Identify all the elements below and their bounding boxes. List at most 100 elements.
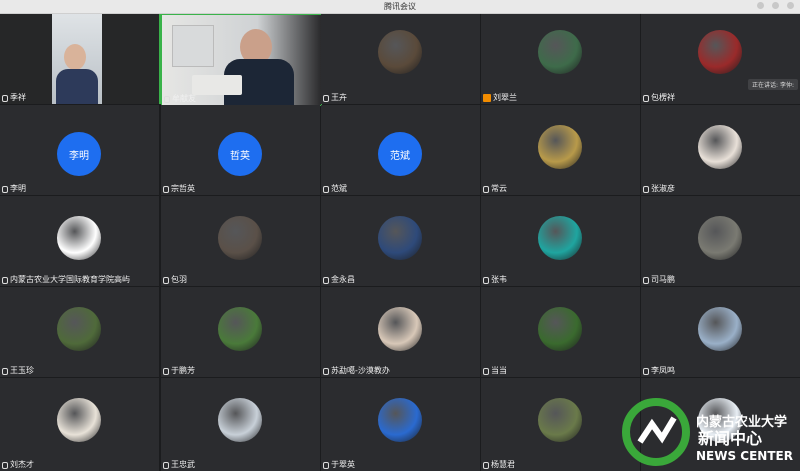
microphone-icon: [2, 277, 8, 284]
participant-name-label: 王玉珍: [10, 366, 34, 375]
participant-name: 包楞祥: [643, 93, 675, 103]
participant-tile[interactable]: 于翠英: [321, 378, 480, 471]
microphone-icon: [163, 186, 169, 193]
participant-name-label: 张韦: [491, 275, 507, 284]
participant-name-label: 张淑彦: [651, 184, 675, 193]
participant-tile[interactable]: 哲英 宗哲英: [161, 105, 320, 195]
participant-tile[interactable]: 张韦: [481, 196, 640, 286]
avatar-photo: [57, 216, 101, 260]
participant-tile[interactable]: 内蒙古农业大学国际教育学院高屿: [0, 196, 159, 286]
warning-icon: [483, 94, 491, 102]
participant-name: 王卉: [323, 93, 347, 103]
watermark-line3: NEWS CENTER: [696, 449, 793, 463]
participant-name-label: 王卉: [331, 93, 347, 102]
microphone-icon: [2, 95, 8, 102]
avatar-photo: [378, 398, 422, 442]
participant-tile[interactable]: 司马鹏: [641, 196, 800, 286]
participant-name: 季祥: [2, 93, 26, 103]
participant-name-label: 常云: [491, 184, 507, 193]
participant-tile[interactable]: 杨慧君: [481, 378, 640, 471]
watermark-line2: 新闻中心: [698, 429, 762, 448]
participant-name-label: 季祥: [10, 93, 26, 102]
avatar-photo: [698, 125, 742, 169]
participant-tile[interactable]: 刘杰才: [0, 378, 159, 471]
participant-name-label: 王忠武: [171, 460, 195, 469]
minimize-icon[interactable]: [757, 2, 764, 9]
microphone-icon: [483, 186, 489, 193]
avatar-photo: [538, 307, 582, 351]
avatar-photo: [698, 307, 742, 351]
participant-tile[interactable]: 王忠武: [161, 378, 320, 471]
speaking-indicator: 正在讲话: 李仲:: [748, 79, 798, 90]
microphone-icon: [643, 277, 649, 284]
participant-name-label: 包羽: [171, 275, 187, 284]
participant-name: 当当: [483, 366, 507, 376]
participant-tile[interactable]: 金永昌: [321, 196, 480, 286]
participant-name: 内蒙古农业大学国际教育学院高屿: [2, 275, 130, 285]
participant-tile[interactable]: 于鹏芳: [161, 287, 320, 377]
participant-name-label: 牟献友: [172, 94, 196, 103]
microphone-icon: [323, 95, 329, 102]
participant-name: 包羽: [163, 275, 187, 285]
participant-name: 刘翠兰: [483, 93, 517, 103]
participant-name: 常云: [483, 184, 507, 194]
participant-name-label: 金永昌: [331, 275, 355, 284]
participant-tile[interactable]: 王卉: [321, 14, 480, 104]
participant-name: 司马鹏: [643, 275, 675, 285]
microphone-icon: [323, 277, 329, 284]
participant-name-label: 苏勐噶-沙漠教办: [331, 366, 390, 375]
participant-name: 张淑彦: [643, 184, 675, 194]
avatar-initials: 范斌: [378, 132, 422, 176]
participant-name-label: 李明: [10, 184, 26, 193]
participant-name: 于翠英: [323, 460, 355, 470]
participant-name: 于鹏芳: [163, 366, 195, 376]
participant-tile[interactable]: 季祥: [0, 14, 161, 104]
participant-name: 杨慧君: [483, 460, 515, 470]
microphone-icon: [643, 368, 649, 375]
microphone-icon: [323, 186, 329, 193]
avatar-photo: [378, 216, 422, 260]
avatar-photo: [698, 30, 742, 74]
watermark-mark-icon: [637, 416, 677, 444]
avatar-photo: [698, 216, 742, 260]
participant-tile[interactable]: 王玉珍: [0, 287, 159, 377]
microphone-icon: [2, 462, 8, 469]
maximize-icon[interactable]: [772, 2, 779, 9]
avatar-photo: [378, 30, 422, 74]
participant-name: 苏勐噶-沙漠教办: [323, 366, 390, 376]
participant-name-label: 刘翠兰: [493, 93, 517, 102]
avatar-photo: [218, 216, 262, 260]
close-icon[interactable]: [787, 2, 794, 9]
avatar-initials: 哲英: [218, 132, 262, 176]
participant-name: 王忠武: [163, 460, 195, 470]
microphone-icon: [323, 462, 329, 469]
watermark-line1: 内蒙古农业大学: [696, 414, 787, 430]
microphone-icon: [163, 462, 169, 469]
window-titlebar: 腾讯会议: [0, 0, 800, 14]
participant-tile[interactable]: 范斌 范斌: [321, 105, 480, 195]
microphone-icon: [483, 277, 489, 284]
microphone-icon: [2, 186, 8, 193]
microphone-icon: [2, 368, 8, 375]
microphone-icon: [323, 368, 329, 375]
microphone-icon: [163, 277, 169, 284]
participant-name-label: 范斌: [331, 184, 347, 193]
participant-tile[interactable]: 李明 李明: [0, 105, 159, 195]
participant-name-label: 包楞祥: [651, 93, 675, 102]
participant-name-label: 刘杰才: [10, 460, 34, 469]
video-feed: [162, 15, 321, 105]
avatar-photo: [538, 398, 582, 442]
microphone-icon: [483, 368, 489, 375]
avatar-photo: [57, 398, 101, 442]
participant-tile[interactable]: 正在讲话: 李仲: 包楞祥: [641, 14, 800, 104]
participant-tile[interactable]: 张淑彦: [641, 105, 800, 195]
participant-tile[interactable]: 包羽: [161, 196, 320, 286]
participant-tile[interactable]: 李凤鸣: [641, 287, 800, 377]
avatar-initials-text: 哲英: [230, 150, 250, 162]
participant-tile[interactable]: 常云: [481, 105, 640, 195]
participant-tile[interactable]: 苏勐噶-沙漠教办: [321, 287, 480, 377]
participant-tile[interactable]: 刘翠兰: [481, 14, 640, 104]
participant-tile[interactable]: 牟献友: [161, 14, 322, 106]
participant-tile[interactable]: 当当: [481, 287, 640, 377]
participant-name: 金永昌: [323, 275, 355, 285]
